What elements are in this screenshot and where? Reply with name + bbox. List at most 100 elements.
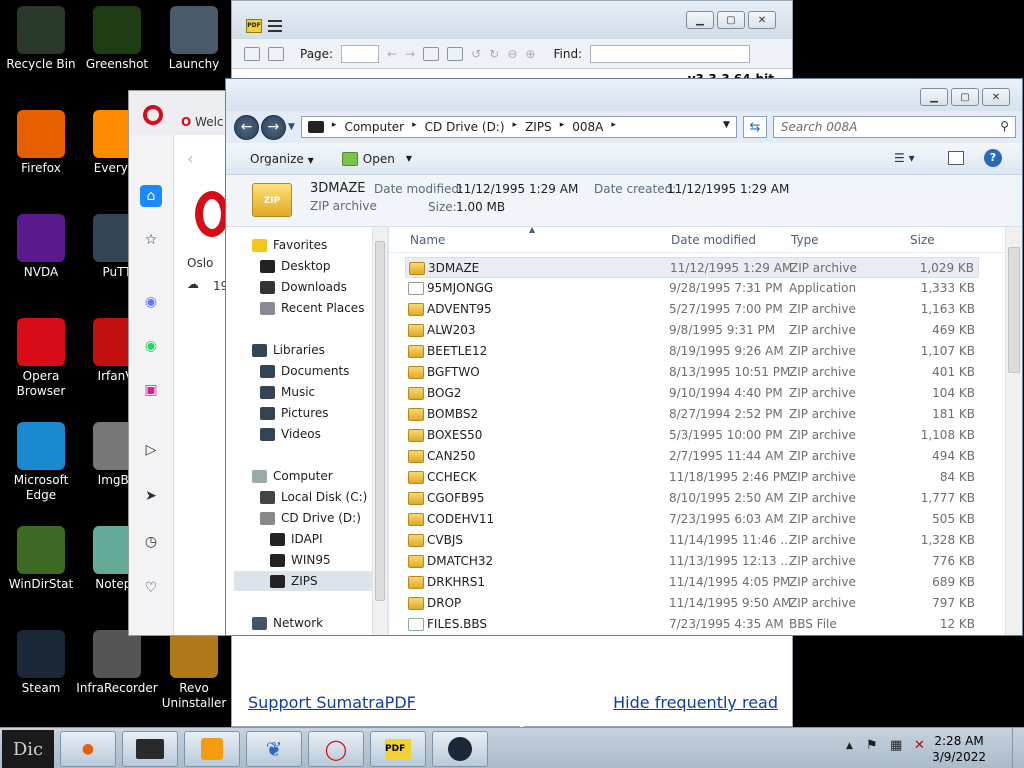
nav-item[interactable]: Pictures (260, 403, 329, 423)
opera-logo-icon[interactable] (143, 105, 163, 125)
nav-item[interactable]: Local Disk (C:) (260, 487, 367, 507)
breadcrumb-arrow-icon[interactable]: ▸ (513, 120, 518, 134)
desktop-icon[interactable]: Firefox (0, 110, 82, 176)
breadcrumb-item[interactable]: CD Drive (D:) (425, 120, 505, 134)
taskbar-nvda[interactable]: ❦ (246, 731, 302, 767)
forward-icon[interactable]: → (405, 47, 415, 61)
player-icon[interactable]: ▷ (140, 439, 162, 461)
breadcrumb-item[interactable]: 008A (572, 120, 603, 134)
network-icon[interactable]: ▦ (890, 738, 902, 753)
desktop-icon[interactable]: Steam (0, 630, 82, 696)
open-button[interactable]: Open ▼ (341, 151, 412, 166)
zoom-out-icon[interactable]: ⊖ (507, 47, 517, 61)
whatsapp-icon[interactable]: ◉ (140, 335, 162, 357)
messenger-icon[interactable]: ◉ (140, 291, 162, 313)
print-icon[interactable] (268, 46, 284, 61)
breadcrumb-arrow-icon[interactable]: ▸ (332, 120, 337, 134)
taskbar-media[interactable] (184, 731, 240, 767)
minimize-button[interactable]: ▁ (920, 88, 948, 106)
breadcrumb-arrow-icon[interactable]: ▸ (412, 120, 417, 134)
desktop-icon[interactable]: Revo Uninstaller (153, 630, 235, 711)
file-row[interactable]: DRKHRS1 11/14/1995 4:05 PM ZIP archive 689 … (405, 572, 979, 593)
fit-page-icon[interactable] (423, 46, 440, 61)
address-bar[interactable]: ▸ Computer ▸ CD Drive (D:) ▸ ZIPS ▸ 008A ▸ ▼ (300, 116, 737, 138)
file-row[interactable]: BGFTWO 8/13/1995 10:51 PM ZIP archive 401 K… (405, 362, 979, 383)
support-link[interactable]: Support SumatraPDF (248, 693, 416, 712)
maximize-button[interactable]: ▢ (951, 88, 979, 106)
nav-item[interactable]: Downloads (260, 277, 347, 297)
taskbar-firefox[interactable]: ● (60, 731, 116, 767)
file-row[interactable]: FILES.BBS 7/23/1995 4:35 AM BBS File 12 KB (405, 614, 979, 635)
back-button[interactable]: ← (234, 114, 259, 140)
nav-item[interactable]: IDAPI (270, 529, 323, 549)
minimize-button[interactable]: ▁ (686, 11, 714, 29)
explorer-window[interactable]: ▁ ▢ ✕ ← → ▼ ▸ Computer ▸ CD Drive (D:) ▸ ZIPS… (225, 78, 1023, 636)
hide-frequently-read-link[interactable]: Hide frequently read (613, 693, 778, 712)
nav-item[interactable]: Network (252, 613, 323, 633)
nav-item[interactable]: Desktop (260, 256, 331, 276)
column-name[interactable]: Name (410, 233, 445, 247)
taskbar-opera[interactable]: ◯ (308, 731, 364, 767)
nav-item[interactable]: Documents (260, 361, 349, 381)
action-center-icon[interactable]: ⚑ (866, 738, 878, 753)
file-row[interactable]: CGOFB95 8/10/1995 2:50 AM ZIP archive 1,777… (405, 488, 979, 509)
file-row[interactable]: ALW203 9/8/1995 9:31 PM ZIP archive 469 KB (405, 320, 979, 341)
file-row[interactable]: BOXES50 5/3/1995 10:00 PM ZIP archive 1,108… (405, 425, 979, 446)
desktop-icon[interactable]: NVDA (0, 214, 82, 280)
breadcrumb-arrow-icon[interactable]: ▸ (560, 120, 565, 134)
nav-item[interactable]: Computer (252, 466, 333, 486)
column-size[interactable]: Size (910, 233, 935, 247)
back-icon[interactable]: ← (387, 47, 397, 61)
taskbar-sumatra[interactable]: PDF (370, 731, 426, 767)
opera-tab[interactable]: O Welc (181, 115, 224, 129)
recent-pages-icon[interactable]: ▼ (288, 122, 295, 132)
nav-back-icon[interactable]: ‹ (187, 149, 193, 168)
opera-window[interactable]: O Welc ⌂ ☆ ◉ ◉ ▣ ▷ ➤ ◷ ♡ ⋯ ‹ Oslo ☁ 19 (128, 90, 232, 636)
show-hidden-icons-icon[interactable]: ▲ (846, 741, 853, 751)
open-icon[interactable] (244, 46, 260, 61)
organize-button[interactable]: Organize ▼ (250, 152, 314, 166)
preview-pane-button[interactable] (948, 151, 964, 165)
page-input[interactable] (341, 44, 380, 63)
file-row[interactable]: DROP 11/14/1995 9:50 AM ZIP archive 797 KB (405, 593, 979, 614)
find-input[interactable] (590, 44, 751, 63)
close-button[interactable]: ✕ (748, 11, 776, 29)
help-icon[interactable]: ? (984, 149, 1002, 167)
volume-muted-icon[interactable]: ✕ (914, 738, 925, 753)
column-type[interactable]: Type (791, 233, 819, 247)
breadcrumb-item[interactable]: ZIPS (525, 120, 552, 134)
nav-item[interactable]: Recent Places (260, 298, 364, 318)
address-dropdown-icon[interactable]: ▼ (723, 120, 730, 130)
file-row[interactable]: CODEHV11 7/23/1995 6:03 AM ZIP archive 505 … (405, 509, 979, 530)
taskbar-explorer[interactable] (122, 731, 178, 767)
clock[interactable]: 2:28 AM 3/9/2022 (932, 733, 986, 765)
nav-scrollbar[interactable] (372, 227, 387, 635)
column-date[interactable]: Date modified (671, 233, 756, 247)
heart-icon[interactable]: ♡ (140, 577, 162, 599)
show-desktop-button[interactable] (1012, 728, 1024, 768)
desktop-icon[interactable]: Recycle Bin (0, 6, 82, 72)
menu-icon[interactable] (268, 20, 282, 32)
desktop-icon[interactable]: Launchy (153, 6, 235, 72)
desktop-icon[interactable]: InfraRecorder (76, 630, 158, 696)
send-icon[interactable]: ➤ (140, 485, 162, 507)
file-row[interactable]: BOMBS2 8/27/1994 2:52 PM ZIP archive 181 KB (405, 404, 979, 425)
home-icon[interactable]: ⌂ (140, 185, 162, 207)
rotate-left-icon[interactable]: ↺ (471, 47, 481, 61)
nav-item[interactable]: Music (260, 382, 315, 402)
close-button[interactable]: ✕ (982, 88, 1010, 106)
instagram-icon[interactable]: ▣ (140, 379, 162, 401)
file-row[interactable]: BOG2 9/10/1994 4:40 PM ZIP archive 104 KB (405, 383, 979, 404)
rotate-right-icon[interactable]: ↻ (489, 47, 499, 61)
bookmarks-icon[interactable]: ☆ (140, 229, 162, 251)
view-options-button[interactable]: ☰ ▾ (894, 151, 915, 165)
breadcrumb-arrow-icon[interactable]: ▸ (611, 120, 616, 134)
search-icon[interactable]: ⚲ (1000, 119, 1009, 133)
file-row[interactable]: DMATCH32 11/13/1995 12:13 ... ZIP archive 7… (405, 551, 979, 572)
nav-item[interactable]: Videos (260, 424, 321, 444)
file-row[interactable]: ADVENT95 5/27/1995 7:00 PM ZIP archive 1,16… (405, 299, 979, 320)
desktop-icon[interactable]: Microsoft Edge (0, 422, 82, 503)
maximize-button[interactable]: ▢ (717, 11, 745, 29)
nav-item[interactable]: Favorites (252, 235, 327, 255)
file-row[interactable]: 95MJONGG 9/28/1995 7:31 PM Application 1,33… (405, 278, 979, 299)
